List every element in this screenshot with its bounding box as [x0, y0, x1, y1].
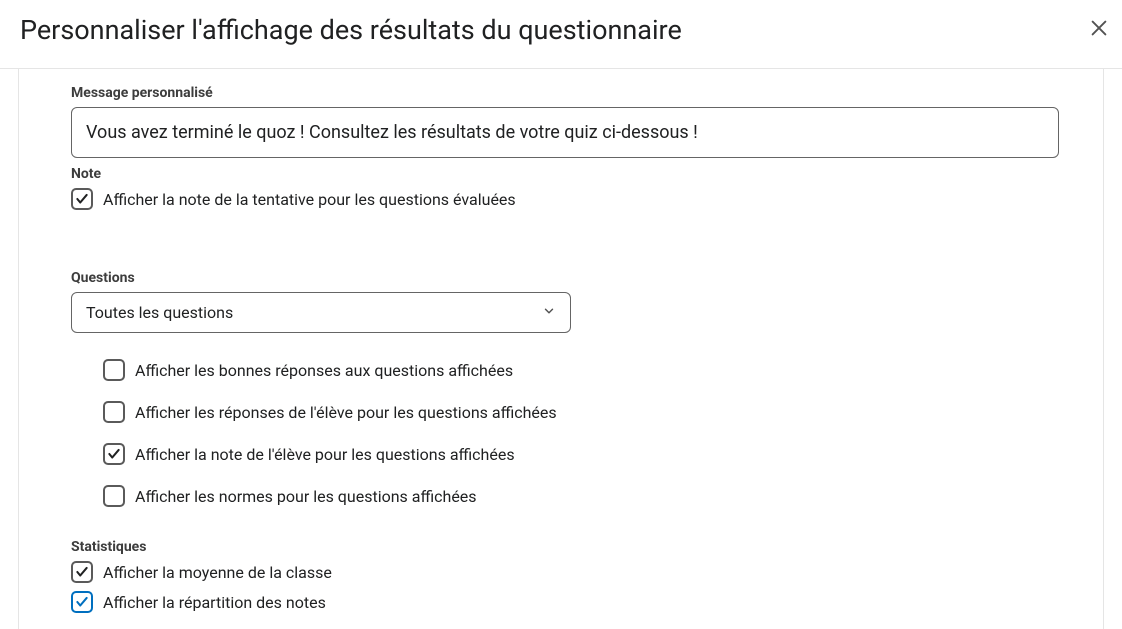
standards-checkbox[interactable] [103, 485, 125, 507]
grade-distribution-row: Afficher la répartition des notes [71, 591, 1059, 613]
questions-section-label: Questions [71, 270, 1059, 286]
correct-answers-row: Afficher les bonnes réponses aux questio… [103, 359, 1059, 381]
close-icon[interactable] [1088, 15, 1110, 45]
class-average-checkbox[interactable] [71, 561, 93, 583]
student-grade-label: Afficher la note de l'élève pour les que… [135, 445, 515, 464]
dialog-content: Message personnalisé Note Afficher la no… [18, 69, 1104, 629]
message-field-group: Message personnalisé [71, 85, 1059, 158]
questions-select-value: Toutes les questions [86, 303, 233, 322]
class-average-row: Afficher la moyenne de la classe [71, 561, 1059, 583]
standards-row: Afficher les normes pour les questions a… [103, 485, 1059, 507]
correct-answers-label: Afficher les bonnes réponses aux questio… [135, 361, 513, 380]
dialog-header: Personnaliser l'affichage des résultats … [0, 0, 1122, 69]
student-answers-row: Afficher les réponses de l'élève pour le… [103, 401, 1059, 423]
class-average-label: Afficher la moyenne de la classe [103, 563, 332, 582]
note-attempt-grade-label: Afficher la note de la tentative pour le… [103, 190, 516, 209]
note-attempt-grade-checkbox[interactable] [71, 188, 93, 210]
student-grade-checkbox[interactable] [103, 443, 125, 465]
questions-select[interactable]: Toutes les questions [71, 292, 571, 333]
correct-answers-checkbox[interactable] [103, 359, 125, 381]
dialog-title: Personnaliser l'affichage des résultats … [20, 14, 682, 46]
student-answers-checkbox[interactable] [103, 401, 125, 423]
grade-distribution-label: Afficher la répartition des notes [103, 593, 326, 612]
standards-label: Afficher les normes pour les questions a… [135, 487, 477, 506]
student-answers-label: Afficher les réponses de l'élève pour le… [135, 403, 557, 422]
note-section-label: Note [71, 166, 1059, 182]
stats-section-label: Statistiques [71, 539, 1059, 555]
grade-distribution-checkbox[interactable] [71, 591, 93, 613]
questions-select-wrap: Toutes les questions [71, 292, 571, 333]
student-grade-row: Afficher la note de l'élève pour les que… [103, 443, 1059, 465]
message-input[interactable] [71, 107, 1059, 158]
note-option-row: Afficher la note de la tentative pour le… [71, 188, 1059, 210]
message-label: Message personnalisé [71, 85, 1059, 101]
chevron-down-icon [542, 303, 556, 322]
